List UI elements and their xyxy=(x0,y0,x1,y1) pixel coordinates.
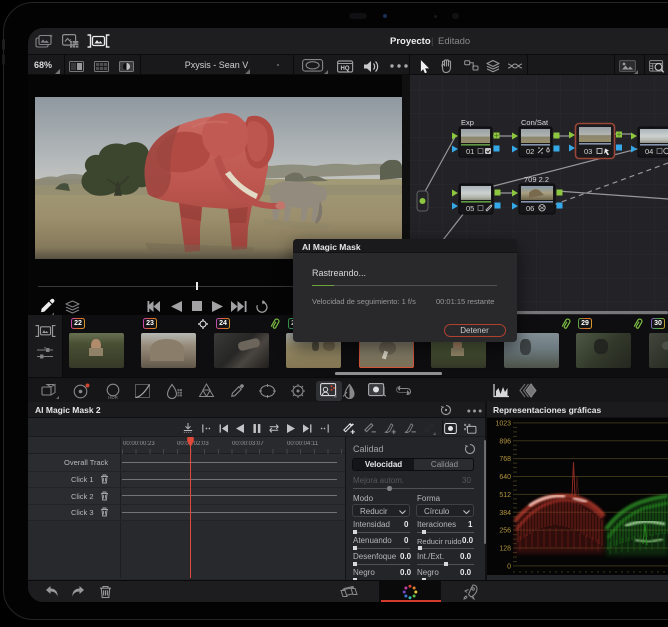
svg-text:384: 384 xyxy=(499,510,511,517)
svg-text:05: 05 xyxy=(466,204,474,213)
svg-text:HDR: HDR xyxy=(108,395,118,399)
svg-text:128: 128 xyxy=(499,546,511,553)
svg-text:03: 03 xyxy=(584,147,592,156)
svg-text:512: 512 xyxy=(499,492,511,499)
svg-text:256: 256 xyxy=(499,528,511,535)
svg-text:04: 04 xyxy=(645,147,653,156)
svg-text:Exp: Exp xyxy=(461,118,474,127)
svg-text:709 2.2: 709 2.2 xyxy=(524,175,549,184)
svg-text:01: 01 xyxy=(466,147,474,156)
svg-text:768: 768 xyxy=(499,456,511,463)
svg-text:0: 0 xyxy=(507,563,511,570)
svg-text:02: 02 xyxy=(526,147,534,156)
svg-text:1023: 1023 xyxy=(495,420,511,427)
svg-text:896: 896 xyxy=(499,438,511,445)
svg-text:HQ: HQ xyxy=(341,66,350,72)
svg-text:Con/Sat: Con/Sat xyxy=(521,118,549,127)
svg-text:06: 06 xyxy=(526,204,534,213)
svg-text:640: 640 xyxy=(499,474,511,481)
